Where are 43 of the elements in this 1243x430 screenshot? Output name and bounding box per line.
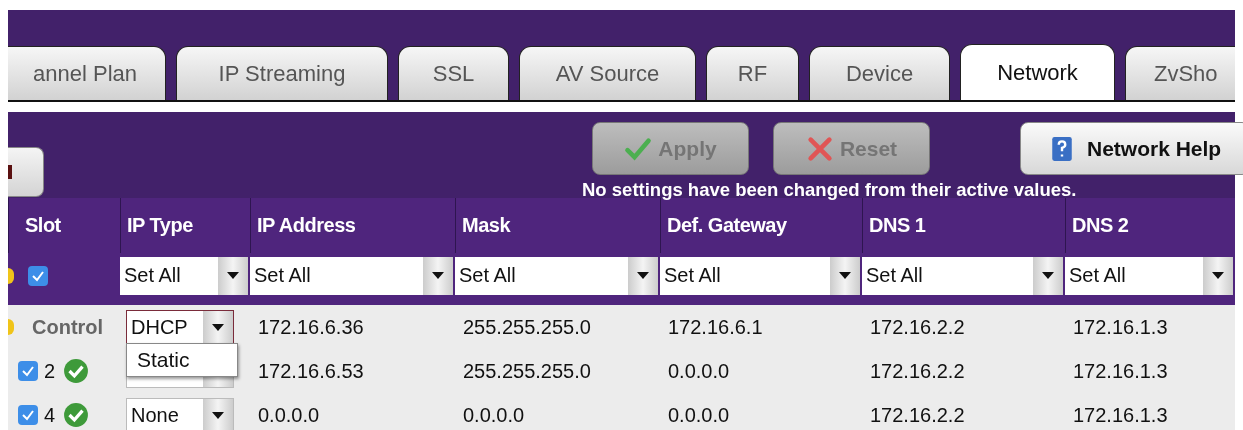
table-cell: 172.16.2.2 — [870, 315, 965, 339]
set-all-dropdown[interactable]: Set All — [120, 256, 248, 295]
tab[interactable]: ZvSho — [1125, 46, 1235, 100]
table-cell: 172.16.1.3 — [1073, 359, 1168, 383]
slot-number: 2 — [44, 359, 56, 383]
set-all-dropdown[interactable]: Set All — [862, 256, 1063, 295]
tab[interactable]: annel Plan — [8, 46, 166, 100]
set-all-dropdown[interactable]: Set All — [1065, 256, 1233, 295]
column-header: DNS 2 — [1065, 198, 1235, 253]
slot-number: 4 — [44, 403, 56, 427]
set-all-dropdown[interactable]: Set All — [660, 256, 860, 295]
tab[interactable]: IP Streaming — [176, 46, 388, 100]
table-cell: 255.255.255.0 — [463, 315, 591, 339]
table-cell: 172.16.1.3 — [1073, 315, 1168, 339]
ip-type-dropdown[interactable]: None — [126, 398, 234, 430]
column-header: IP Type — [120, 198, 250, 253]
column-header: IP Address — [250, 198, 455, 253]
table-cell: 0.0.0.0 — [668, 403, 730, 427]
set-all-dropdown[interactable]: Set All — [455, 256, 658, 295]
ip-type-dropdown[interactable]: DHCP — [126, 310, 234, 344]
column-header: DNS 1 — [862, 198, 1065, 253]
table-cell: 172.16.1.3 — [1073, 403, 1168, 427]
column-header: Mask — [455, 198, 660, 253]
status-message: No settings have been changed from their active values. — [582, 179, 1077, 201]
tab[interactable]: Device — [809, 46, 950, 100]
set-all-dropdown[interactable]: Set All — [250, 256, 453, 295]
table-cell: 0.0.0.0 — [668, 359, 730, 383]
table-cell: 172.16.2.2 — [870, 359, 965, 383]
table-cell: 172.16.6.1 — [668, 315, 763, 339]
tab[interactable]: SSL — [398, 46, 509, 100]
table-cell: 172.16.6.36 — [258, 315, 364, 339]
table-cell: 0.0.0.0 — [258, 403, 320, 427]
table-cell: 172.16.2.2 — [870, 403, 965, 427]
help-button[interactable]: Network Help — [1020, 122, 1243, 175]
table-cell: 0.0.0.0 — [463, 403, 525, 427]
column-header: Slot — [8, 198, 120, 253]
dropdown-option[interactable]: Static — [127, 344, 237, 376]
tab[interactable]: Network — [960, 44, 1115, 100]
table-cell: 172.16.6.53 — [258, 359, 364, 383]
table-cell: 255.255.255.0 — [463, 359, 591, 383]
tab[interactable]: AV Source — [519, 46, 696, 100]
slot-label: Control — [32, 315, 104, 339]
tab[interactable]: RF — [706, 46, 799, 100]
